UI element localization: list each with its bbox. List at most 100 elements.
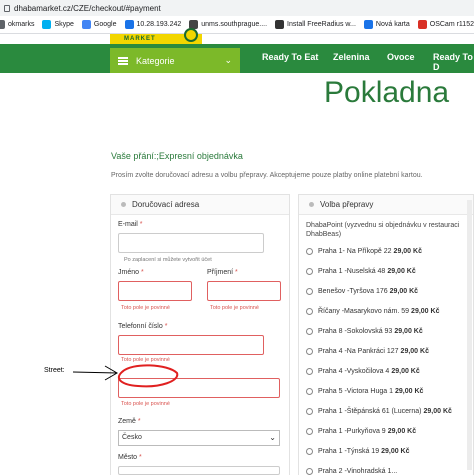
phone-error: Toto pole je povinné [121,357,170,363]
bookmark-favicon-icon [363,20,373,29]
bookmark-item[interactable]: okmarks [0,20,34,29]
bookmark-item[interactable]: Google [81,20,117,29]
shipping-option[interactable]: Praha 8 -Sokolovská 93 29,00 Kč [306,324,423,338]
shipping-option-name: Praha 2 -Vinohradská 1... [318,467,398,475]
shipping-option[interactable]: Praha 4 -Na Pankráci 127 29,00 Kč [306,344,429,358]
bookmark-label: OSCam r11523 (Lo... [429,21,474,28]
shipping-option-name: Praha 1 -Týnská 19 [318,447,380,455]
shipping-option-price: 29,00 Kč [423,407,452,415]
site-logo[interactable]: MARKET [110,28,202,44]
bookmark-item[interactable]: 10.28.193.242 [124,20,182,29]
bookmark-label: unms.southprague.... [201,21,268,28]
shipping-option-price: 29,00 Kč [400,347,429,355]
phone-label: Telefonní číslo * [118,323,168,330]
radio-button[interactable] [306,307,313,315]
shipping-option-name: Praha 8 -Sokolovská 93 [318,327,393,335]
country-value: Česko [122,434,142,441]
shipping-option-name: Praha 1 -Purkyňova 9 [318,427,386,435]
shipping-option-price: 29,00 Kč [394,387,424,395]
shipping-option[interactable]: Praha 1 -Týnská 19 29,00 Kč [306,444,410,458]
first-name-label: Jméno * [118,269,144,276]
first-name-error: Toto pole je povinné [121,305,170,311]
radio-button[interactable] [306,347,313,355]
last-name-field[interactable] [207,281,281,301]
bookmarks-bar: okmarks Skype Google 10.28.193.242 unms.sout… [0,16,474,34]
bookmark-favicon-icon [42,20,52,29]
radio-button[interactable] [306,387,313,395]
radio-button[interactable] [306,427,313,435]
email-label: E-mail * [118,221,143,228]
shipping-header: Volba přepravy [299,195,473,215]
radio-button[interactable] [306,287,313,295]
shipping-option[interactable]: Benešov -Tyršova 176 29,00 Kč [306,284,418,298]
country-select[interactable]: Česko ⌄ [118,430,280,446]
shipping-option-price: 29,00 Kč [389,287,419,295]
shipping-option-price: 29,00 Kč [381,447,410,455]
email-field[interactable] [118,233,264,253]
radio-button[interactable] [306,367,313,375]
radio-button[interactable] [306,407,313,415]
bookmark-label: Google [93,21,117,28]
email-hint: Po zaplacení si můžete vytvořit účet [124,257,212,263]
category-menu-button[interactable]: Kategorie ⌄ [110,48,240,73]
nav-item-zelenina[interactable]: Zelenina [333,52,370,62]
shipping-option[interactable]: Říčany -Masarykovo nám. 59 29,00 Kč [306,304,439,318]
shipping-option[interactable]: Praha 1 -Štěpánská 61 (Lucerna) 29,00 Kč [306,404,452,418]
bookmark-item[interactable]: Skype [42,20,74,29]
shipping-option-name: Praha 1 -Štěpánská 61 (Lucerna) [318,407,422,415]
shipping-option[interactable]: Praha 1 -Purkyňova 9 29,00 Kč [306,424,416,438]
bookmark-item[interactable]: OSCam r11523 (Lo... [417,20,474,29]
nav-item-ready-to-eat[interactable]: Ready To Eat [262,52,318,62]
chevron-down-icon: ⌄ [269,433,276,442]
shipping-option[interactable]: Praha 1- Na Příkopě 22 29,00 Kč [306,244,422,258]
logo-text: MARKET [124,36,156,42]
shipping-option[interactable]: Praha 4 -Vyskočilova 4 29,00 Kč [306,364,420,378]
bookmark-label: Skype [54,21,74,28]
phone-field[interactable] [118,335,264,355]
bookmark-item[interactable]: Nová karta [363,20,410,29]
shipping-option-name: Říčany -Masarykovo nám. 59 [318,307,410,315]
page-title: Pokladna [324,76,450,109]
shipping-option[interactable]: Praha 5 -Victora Huga 1 29,00 Kč [306,384,423,398]
nav-item-ready-to-drink[interactable]: Ready To D [433,52,474,72]
shipping-option-name: Praha 1- Na Příkopě 22 [318,247,392,255]
country-label: Země * [118,418,141,425]
last-name-label: Příjmení * [207,269,238,276]
logo-emblem-icon [184,28,198,42]
order-title: Vaše přání:;Expresní objednávka [111,151,243,161]
shipping-option[interactable]: Praha 2 -Vinohradská 1... [306,464,399,475]
first-name-field[interactable] [118,281,192,301]
shipping-option-name: Praha 5 -Victora Huga 1 [318,387,393,395]
delivery-address-header: Doručovací adresa [111,195,289,215]
section-bullet-icon [121,202,126,207]
lock-icon [4,4,10,12]
bookmark-item[interactable]: unms.southprague.... [189,20,267,29]
shipping-option-price: 29,00 Kč [387,267,416,275]
url-text[interactable]: dhabamarket.cz/CZE/checkout/#payment [14,4,161,13]
shipping-option[interactable]: Praha 1 -Nuselská 48 29,00 Kč [306,264,416,278]
nav-item-ovoce[interactable]: Ovoce [387,52,415,62]
address-bar[interactable]: dhabamarket.cz/CZE/checkout/#payment [0,0,474,16]
shipping-heading: Volba přepravy [320,200,374,209]
shipping-option-price: 29,00 Kč [394,327,423,335]
radio-button[interactable] [306,467,313,475]
bookmark-label: Install FreeRadius w... [287,21,356,28]
shipping-scrollbar[interactable] [467,200,472,470]
bookmark-favicon-icon [81,20,91,29]
street-field[interactable] [118,378,280,398]
city-field[interactable] [118,466,280,475]
radio-button[interactable] [306,267,313,275]
category-label: Kategorie [136,55,175,66]
shipping-option-price: 29,00 Kč [411,307,440,315]
radio-button[interactable] [306,447,313,455]
annotation-label: Street: [44,367,65,374]
hamburger-icon [118,56,128,65]
chevron-down-icon: ⌄ [224,55,232,65]
delivery-address-heading: Doručovací adresa [132,200,200,209]
radio-button[interactable] [306,247,313,255]
radio-button[interactable] [306,327,313,335]
bookmark-favicon-icon [417,20,427,29]
bookmark-label: 10.28.193.242 [136,21,182,28]
bookmark-favicon-icon [0,20,5,29]
bookmark-item[interactable]: Install FreeRadius w... [275,20,356,29]
